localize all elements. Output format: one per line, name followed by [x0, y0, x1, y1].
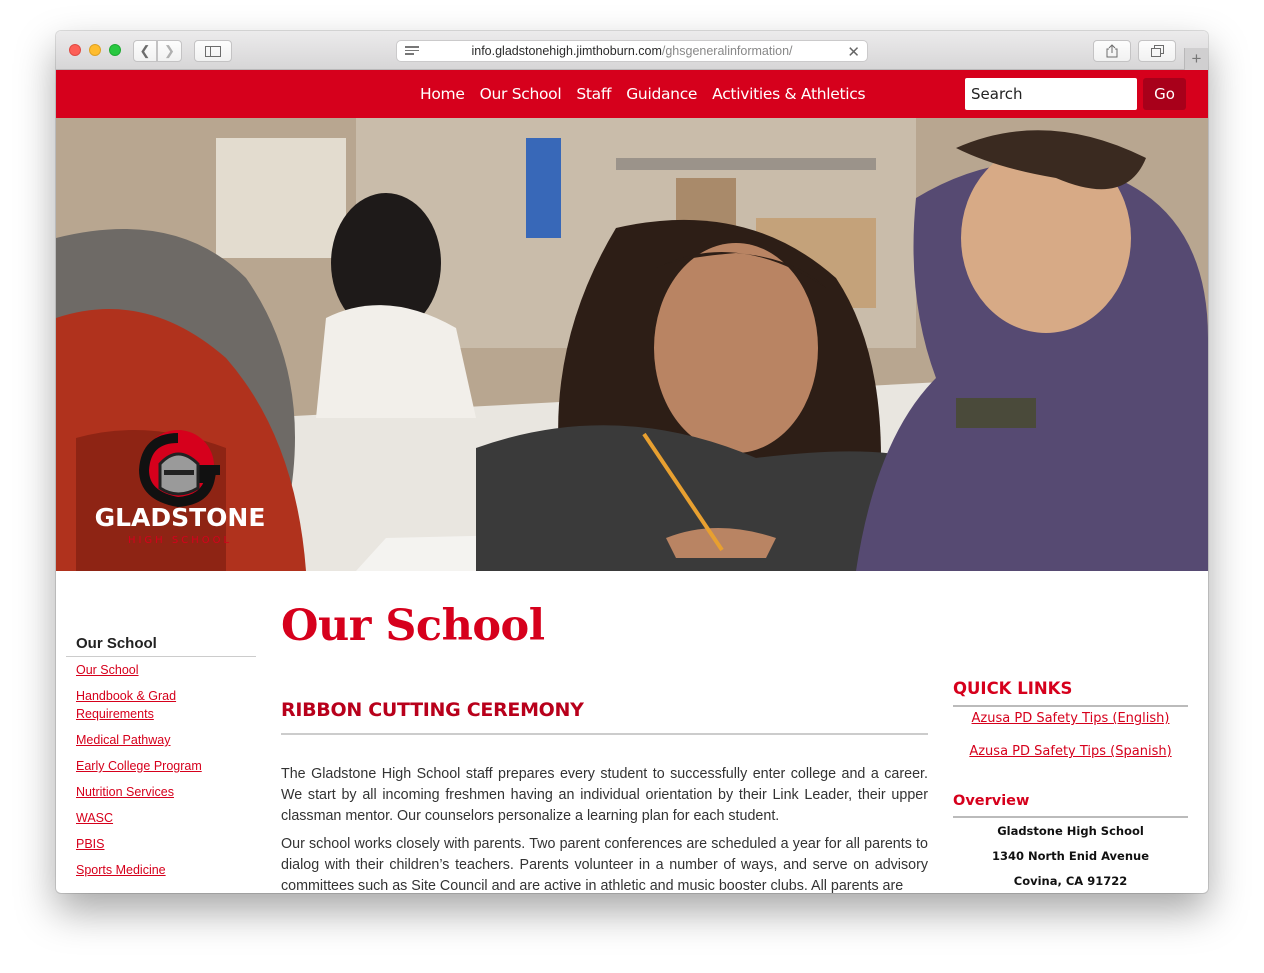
sidebar-link[interactable]: PBIS — [76, 837, 105, 851]
browser-window: ❮ ❯ info.gladstonehigh.jimthoburn.com/gh… — [56, 31, 1208, 893]
sidebar-item-wasc: WASC — [76, 809, 196, 827]
share-button[interactable] — [1093, 40, 1131, 62]
sidebar-link[interactable]: Nutrition Services — [76, 785, 174, 799]
chevron-right-icon: ❯ — [164, 43, 175, 58]
sidebar-item-sports-medicine: Sports Medicine — [76, 861, 196, 879]
quick-link-english[interactable]: Azusa PD Safety Tips (English) — [953, 711, 1188, 726]
body-paragraph: Our school works closely with parents. T… — [281, 836, 928, 893]
quick-links-divider — [953, 705, 1188, 707]
overview-divider — [953, 816, 1188, 818]
address-bar[interactable]: info.gladstonehigh.jimthoburn.com/ghsgen… — [396, 40, 868, 62]
forward-button[interactable]: ❯ — [157, 40, 182, 62]
sidebar-item-pbis: PBIS — [76, 835, 196, 853]
sidebar-icon — [205, 45, 221, 57]
overview-title: Overview — [953, 793, 1030, 809]
nav-staff[interactable]: Staff — [576, 85, 611, 103]
zoom-window-icon[interactable] — [109, 44, 121, 56]
sidebar-link[interactable]: Medical Pathway — [76, 733, 171, 747]
nav-links: Home Our School Staff Guidance Activitie… — [420, 70, 866, 118]
nav-guidance[interactable]: Guidance — [626, 85, 697, 103]
close-icon[interactable]: ✕ — [847, 43, 860, 61]
go-button[interactable]: Go — [1143, 78, 1186, 110]
new-tab-button[interactable]: + — [1184, 48, 1208, 70]
overview-city: Covina, CA 91722 — [1013, 874, 1128, 888]
nav-activities-athletics[interactable]: Activities & Athletics — [712, 85, 865, 103]
sidebar-divider — [66, 656, 256, 657]
minimize-window-icon[interactable] — [89, 44, 101, 56]
tabs-overview-button[interactable] — [1138, 40, 1176, 62]
section-divider — [281, 733, 928, 735]
sidebar-toggle-button[interactable] — [194, 40, 232, 62]
browser-toolbar: ❮ ❯ info.gladstonehigh.jimthoburn.com/gh… — [56, 31, 1208, 70]
sidebar-title: Our School — [76, 635, 157, 652]
close-window-icon[interactable] — [69, 44, 81, 56]
overview-school-name: Gladstone High School — [997, 824, 1144, 838]
quick-links-title: QUICK LINKS — [953, 679, 1073, 698]
sidebar-item-our-school: Our School — [76, 661, 196, 679]
site-nav: Home Our School Staff Guidance Activitie… — [56, 70, 1208, 118]
url-host: info.gladstonehigh.jimthoburn.com — [471, 44, 662, 58]
body-paragraph: The Gladstone High School staff prepares… — [281, 766, 928, 824]
logo-subtitle: HIGH SCHOOL — [128, 535, 232, 546]
chevron-left-icon: ❮ — [139, 43, 151, 58]
hero-image: GLADSTONE HIGH SCHOOL — [56, 118, 1208, 571]
plus-icon: + — [1191, 49, 1202, 68]
sidebar-link[interactable]: Sports Medicine — [76, 863, 166, 877]
sidebar-link[interactable]: Our School — [76, 663, 139, 677]
back-button[interactable]: ❮ — [133, 40, 157, 62]
sidebar-item-nutrition: Nutrition Services — [76, 783, 196, 801]
sidebar-item-early-college: Early College Program — [76, 757, 216, 775]
gladstone-logo: GLADSTONE HIGH SCHOOL — [95, 430, 266, 546]
search-input[interactable] — [965, 78, 1137, 110]
nav-our-school[interactable]: Our School — [480, 85, 562, 103]
section-title: RIBBON CUTTING CEREMONY — [281, 699, 584, 721]
sidebar-link[interactable]: Early College Program — [76, 759, 202, 773]
overview-address: 1340 North Enid Avenue — [991, 849, 1150, 863]
tabs-icon — [1150, 45, 1164, 57]
share-icon — [1106, 44, 1118, 58]
logo-name: GLADSTONE — [95, 503, 266, 532]
url-path: /ghsgeneralinformation/ — [661, 44, 793, 58]
reader-icon[interactable] — [405, 46, 419, 57]
sidebar-link[interactable]: Handbook & Grad Requirements — [76, 689, 176, 721]
quick-link-spanish[interactable]: Azusa PD Safety Tips (Spanish) — [953, 744, 1188, 759]
sidebar-item-handbook: Handbook & Grad Requirements — [76, 687, 196, 723]
sidebar-item-medical-pathway: Medical Pathway — [76, 731, 196, 749]
sidebar-link[interactable]: WASC — [76, 811, 113, 825]
page-title: Our School — [281, 601, 545, 651]
nav-home[interactable]: Home — [420, 85, 465, 103]
